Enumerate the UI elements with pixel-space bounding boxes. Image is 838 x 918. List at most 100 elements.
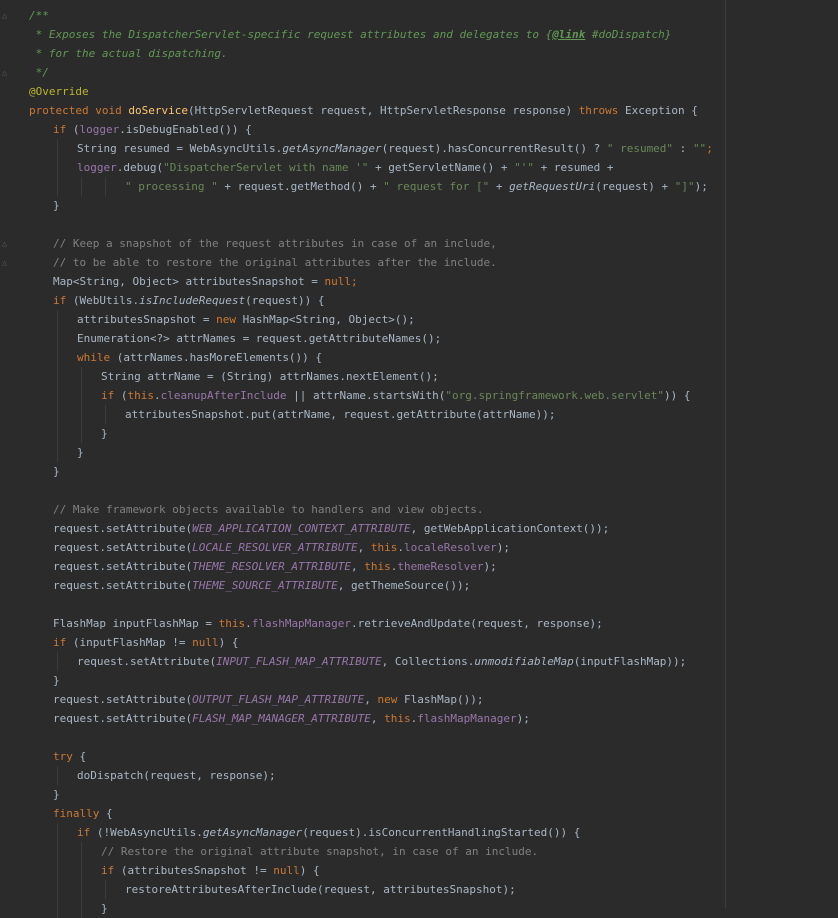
code-token: this — [384, 712, 411, 725]
code-line[interactable]: if (!WebAsyncUtils.getAsyncManager(reque… — [77, 823, 580, 842]
code-area[interactable]: /** * Exposes the DispatcherServlet-spec… — [0, 0, 838, 918]
code-token: ( — [72, 123, 80, 136]
code-line[interactable]: doDispatch(request, response); — [77, 766, 276, 785]
code-token: logger — [77, 161, 117, 174]
code-line[interactable]: request.setAttribute(LOCALE_RESOLVER_ATT… — [53, 538, 510, 557]
indent-guide — [81, 367, 82, 443]
code-token: new — [377, 693, 405, 706]
code-line[interactable]: logger.debug("DispatcherServlet with nam… — [77, 158, 613, 177]
code-line[interactable]: try { — [53, 747, 86, 766]
code-line[interactable]: /** — [29, 6, 49, 25]
code-line[interactable]: */ — [29, 63, 49, 82]
indent-guide — [105, 177, 106, 196]
code-line[interactable]: request.setAttribute(WEB_APPLICATION_CON… — [53, 519, 609, 538]
code-token: if — [53, 636, 73, 649]
code-token: request.setAttribute( — [53, 541, 193, 554]
code-line[interactable]: Enumeration<?> attrNames = request.getAt… — [77, 329, 441, 348]
code-line[interactable]: } — [77, 443, 84, 462]
code-token: cleanupAfterInclude — [160, 389, 287, 402]
code-line[interactable]: // Keep a snapshot of the request attrib… — [53, 234, 497, 253]
code-line[interactable]: if (attributesSnapshot != null) { — [101, 861, 320, 880]
indent-guide — [105, 880, 106, 899]
code-token: attributesSnapshot = — [77, 313, 217, 326]
code-line[interactable]: if (WebUtils.isIncludeRequest(request)) … — [53, 291, 325, 310]
code-line[interactable]: request.setAttribute(THEME_RESOLVER_ATTR… — [53, 557, 497, 576]
code-line[interactable]: request.setAttribute(INPUT_FLASH_MAP_ATT… — [77, 652, 686, 671]
code-token: if — [77, 826, 97, 839]
code-token: this — [364, 560, 391, 573]
code-line[interactable]: Map<String, Object> attributesSnapshot =… — [53, 272, 358, 291]
code-token: + resumed + — [534, 161, 614, 174]
code-token: null — [192, 636, 219, 649]
code-token: , — [357, 541, 371, 554]
code-token: ; — [706, 142, 713, 155]
code-line[interactable]: // to be able to restore the original at… — [53, 253, 497, 272]
code-line[interactable]: } — [101, 899, 108, 918]
code-token: ); — [483, 560, 497, 573]
code-line[interactable]: } — [53, 196, 60, 215]
code-line[interactable]: } — [53, 785, 60, 804]
code-token: THEME_RESOLVER_ATTRIBUTE — [192, 560, 352, 573]
code-token: ) { — [299, 864, 320, 877]
code-token: } — [101, 427, 108, 440]
code-token: getAsyncManager — [202, 826, 303, 839]
code-token: THEME_SOURCE_ATTRIBUTE — [192, 579, 338, 592]
code-token: doDispatch(request, response); — [77, 769, 276, 782]
code-line[interactable]: while (attrNames.hasMoreElements()) { — [77, 348, 322, 367]
code-line[interactable]: * Exposes the DispatcherServlet-specific… — [29, 25, 672, 44]
code-token: null — [273, 864, 300, 877]
code-line[interactable]: request.setAttribute(FLASH_MAP_MANAGER_A… — [53, 709, 530, 728]
code-line[interactable]: // Restore the original attribute snapsh… — [101, 842, 538, 861]
code-token: + — [489, 180, 510, 193]
code-token: (request).isConcurrentHandlingStarted())… — [302, 826, 581, 839]
code-line[interactable]: finally { — [53, 804, 113, 823]
code-line[interactable]: String attrName = (String) attrNames.nex… — [101, 367, 439, 386]
code-token: Map<String, Object> attributesSnapshot = — [53, 275, 325, 288]
code-line[interactable]: attributesSnapshot = new HashMap<String,… — [77, 310, 415, 329]
code-line[interactable]: } — [101, 424, 108, 443]
code-line[interactable]: " processing " + request.getMethod() + "… — [125, 177, 708, 196]
code-token: (request) + — [595, 180, 675, 193]
indent-guide — [57, 766, 58, 785]
code-line[interactable]: } — [53, 671, 60, 690]
code-token: protected void — [29, 104, 129, 117]
code-editor[interactable]: △ △ △ △ /** * Exposes the DispatcherServlet… — [0, 0, 838, 918]
code-line[interactable]: @Override — [29, 82, 89, 101]
code-line[interactable]: attributesSnapshot.put(attrName, request… — [125, 405, 555, 424]
code-token: INPUT_FLASH_MAP_ATTRIBUTE — [216, 655, 382, 668]
indent-guide — [57, 310, 58, 462]
code-line[interactable]: String resumed = WebAsyncUtils.getAsyncM… — [77, 139, 713, 158]
code-line[interactable]: if (inputFlashMap != null) { — [53, 633, 238, 652]
code-line[interactable]: request.setAttribute(OUTPUT_FLASH_MAP_AT… — [53, 690, 484, 709]
code-token: "DispatcherServlet with name '" — [163, 161, 369, 174]
code-token: + getServletName() + — [368, 161, 515, 174]
code-token: request.setAttribute( — [77, 655, 217, 668]
code-token: logger — [79, 123, 120, 136]
code-line[interactable]: if (this.cleanupAfterInclude || attrName… — [101, 386, 690, 405]
code-token: .retrieveAndUpdate(request, response); — [351, 617, 603, 630]
code-token: if — [101, 864, 121, 877]
code-token: .isDebugEnabled()) { — [119, 123, 252, 136]
code-token: (attributesSnapshot != — [120, 864, 274, 877]
code-token: . — [245, 617, 252, 630]
code-token: "'" — [514, 161, 534, 174]
code-token: . — [154, 389, 161, 402]
code-token: */ — [29, 66, 49, 79]
code-token: // to be able to restore the original at… — [53, 256, 497, 269]
code-token: } — [77, 446, 84, 459]
code-line[interactable]: * for the actual dispatching. — [29, 44, 228, 63]
code-line[interactable]: if (logger.isDebugEnabled()) { — [53, 120, 252, 139]
code-line[interactable]: protected void doService(HttpServletRequ… — [29, 101, 698, 120]
code-line[interactable]: request.setAttribute(THEME_SOURCE_ATTRIB… — [53, 576, 470, 595]
code-line[interactable]: restoreAttributesAfterInclude(request, a… — [125, 880, 516, 899]
code-token: , — [370, 712, 385, 725]
code-token: flashMapManager — [417, 712, 517, 725]
code-line[interactable]: // Make framework objects available to h… — [53, 500, 483, 519]
code-line[interactable]: } — [53, 462, 60, 481]
code-token: doService — [128, 104, 188, 117]
code-line[interactable]: FlashMap inputFlashMap = this.flashMapMa… — [53, 614, 603, 633]
code-token: getAsyncManager — [282, 142, 382, 155]
code-token: " request for [" — [383, 180, 490, 193]
code-token: if — [53, 294, 73, 307]
code-token: "]" — [674, 180, 695, 193]
